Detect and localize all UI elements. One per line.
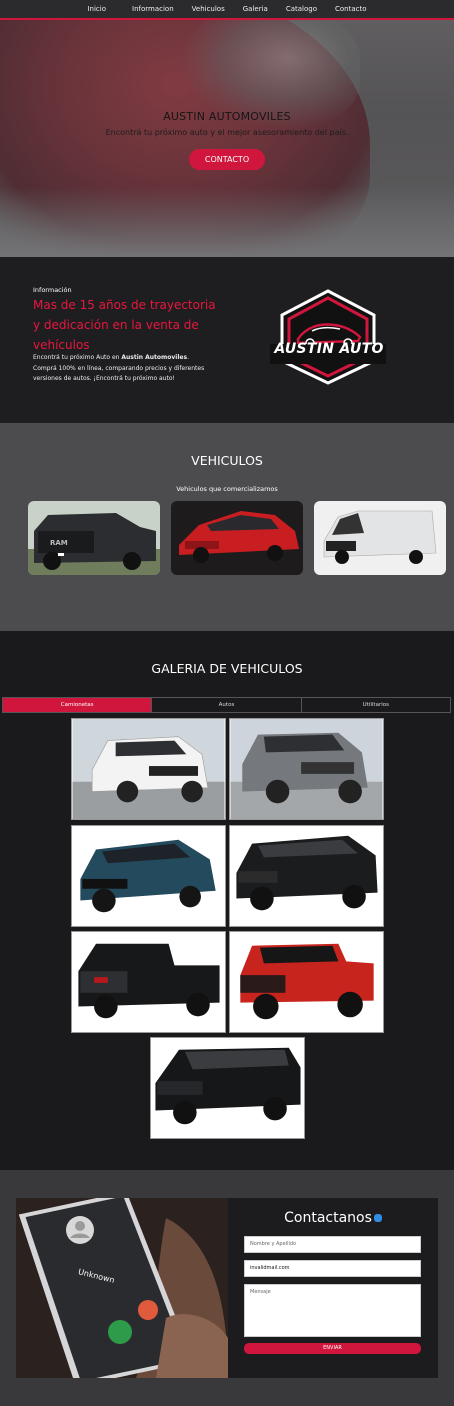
nav-vehiculos[interactable]: Vehiculos xyxy=(183,0,234,18)
logo-text: AUSTIN AUTO xyxy=(274,341,384,357)
red-sedan-card[interactable] xyxy=(171,501,303,575)
tab-utilitarios[interactable]: Utilitarios xyxy=(302,698,450,712)
hero-section: AUSTIN AUTOMOVILES Encontrá tu próximo a… xyxy=(0,20,454,257)
gallery-image-black-suv[interactable] xyxy=(229,825,384,927)
hero-overlay xyxy=(0,20,454,257)
gallery-image-pickup[interactable] xyxy=(71,931,226,1033)
email-field[interactable]: invalidmail.com xyxy=(244,1260,421,1277)
hero-subtitle: Encontrá tu próximo auto y el mejor ases… xyxy=(105,128,349,137)
contact-title: Contactanos xyxy=(244,1210,422,1226)
hero-title: AUSTIN AUTOMOVILES xyxy=(163,110,291,123)
name-field[interactable]: Nombre y Apellido xyxy=(244,1236,421,1253)
tab-autos[interactable]: Autos xyxy=(152,698,302,712)
gallery-image-red-jeep[interactable] xyxy=(229,931,384,1033)
gallery-section: GALERIA DE VEHICULOS Camionetas Autos Ut… xyxy=(0,631,454,1170)
gallery-image-white-suv[interactable] xyxy=(71,718,226,820)
nav-galeria[interactable]: Galeria xyxy=(234,0,277,18)
gallery-title: GALERIA DE VEHICULOS xyxy=(151,661,303,676)
black-suv-image xyxy=(230,826,383,926)
svg-text:RAM: RAM xyxy=(50,539,68,547)
vehicles-subtitle: Vehiculos que comercializamos xyxy=(176,485,278,493)
pickup-truck-image xyxy=(72,932,225,1032)
top-nav: Inicio Informacion Vehiculos Galeria Cat… xyxy=(0,0,454,20)
info-section: Información Mas de 15 años de trayectori… xyxy=(0,257,454,423)
info-text-a: Encontrá tu próximo Auto en xyxy=(33,354,122,361)
white-van-image xyxy=(314,501,446,575)
ram-truck-image: RAM xyxy=(28,501,160,575)
gallery-tabs: Camionetas Autos Utilitarios xyxy=(2,697,451,713)
white-suv-image xyxy=(72,719,225,819)
gallery-image-gray-suv[interactable] xyxy=(229,718,384,820)
message-field[interactable]: Mensaje xyxy=(244,1284,421,1337)
red-sedan-image xyxy=(171,501,303,575)
chat-icon xyxy=(373,1214,382,1222)
white-van-card[interactable] xyxy=(314,501,446,575)
info-text-brand: Austin Automoviles xyxy=(121,354,188,361)
teal-suv-image xyxy=(72,826,225,926)
page: Inicio Informacion Vehiculos Galeria Cat… xyxy=(0,0,454,1406)
hero-contact-button[interactable]: CONTACTO xyxy=(189,149,265,170)
contact-phone-image: Unknown xyxy=(16,1198,228,1378)
nav-catalogo[interactable]: Catalogo xyxy=(277,0,326,18)
ram-truck-card[interactable]: RAM xyxy=(28,501,160,575)
gallery-image-teal-suv[interactable] xyxy=(71,825,226,927)
send-button[interactable]: ENVIAR xyxy=(244,1343,421,1354)
black-tahoe-image xyxy=(151,1038,304,1138)
contact-title-text: Contactanos xyxy=(284,1210,372,1226)
gallery-image-black-tahoe[interactable] xyxy=(150,1037,305,1139)
phone-call-image: Unknown xyxy=(16,1198,228,1378)
austin-auto-logo xyxy=(270,289,386,385)
tab-camionetas[interactable]: Camionetas xyxy=(3,698,153,712)
info-text: Encontrá tu próximo Auto en Austin Autom… xyxy=(33,353,213,385)
nav-informacion[interactable]: Informacion xyxy=(123,0,183,18)
nav-contacto[interactable]: Contacto xyxy=(326,0,376,18)
red-jeep-image xyxy=(230,932,383,1032)
vehicles-section: VEHICULOS Vehiculos que comercializamos … xyxy=(0,423,454,631)
vehicles-title: VEHICULOS xyxy=(191,453,263,468)
nav-inicio[interactable]: Inicio xyxy=(78,0,115,18)
info-label: Información xyxy=(33,286,72,294)
gray-suv-image xyxy=(230,719,383,819)
info-title: Mas de 15 años de trayectoria y dedicaci… xyxy=(33,298,216,352)
